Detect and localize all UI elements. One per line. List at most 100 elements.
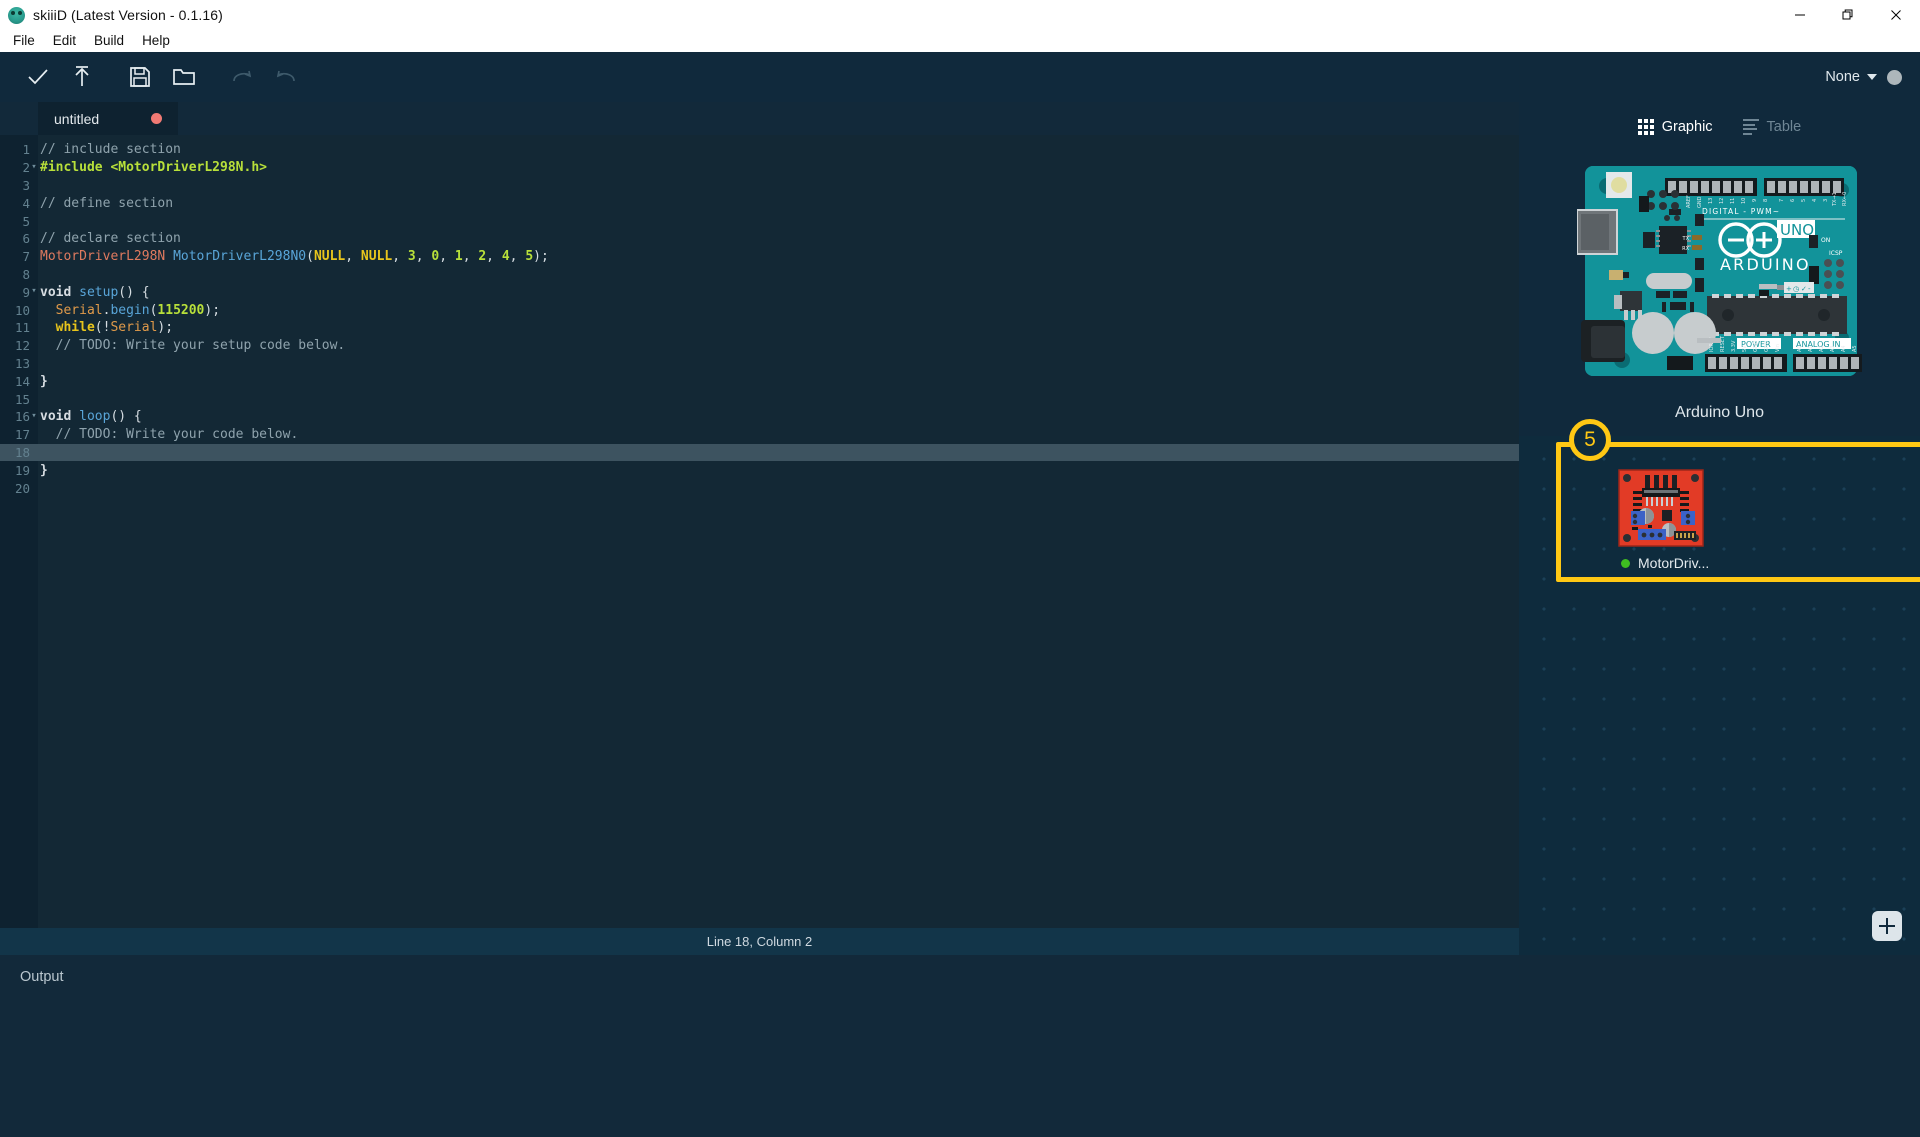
view-tabs: Graphic Table [1519, 102, 1920, 152]
code-text: void loop() { [40, 409, 142, 425]
line-number: 19 [14, 462, 30, 478]
annotation-badge-number: 5 [1584, 428, 1596, 451]
line-number: 8 [22, 266, 30, 282]
verify-button[interactable] [16, 55, 60, 99]
code-line[interactable]: 15 [0, 390, 1519, 408]
line-number: 17 [14, 427, 30, 443]
svg-text:A3: A3 [1830, 345, 1836, 352]
code-line[interactable]: 3 [0, 177, 1519, 195]
code-editor[interactable]: 1// include section 2 ▾ #include <MotorDriv… [0, 135, 1519, 928]
tab-graphic[interactable]: Graphic [1637, 119, 1713, 135]
svg-text:3: 3 [1823, 199, 1829, 202]
menu-item-file[interactable]: File [4, 31, 44, 51]
code-line[interactable]: 14} [0, 372, 1519, 390]
code-line[interactable]: 4 // define section [0, 194, 1519, 212]
fold-toggle-icon[interactable]: ▾ [30, 159, 38, 177]
code-line[interactable]: 13 [0, 355, 1519, 373]
editor-status-bar: Line 18, Column 2 [0, 928, 1519, 955]
menu-item-help[interactable]: Help [133, 31, 179, 51]
code-line[interactable]: 5 [0, 212, 1519, 230]
code-line[interactable]: 10 Serial.begin(115200); [0, 301, 1519, 319]
board-select-dropdown[interactable]: None [1825, 69, 1877, 85]
code-line[interactable]: 16 ▾ void loop() { [0, 408, 1519, 426]
fold-toggle-icon[interactable]: ▾ [30, 283, 38, 301]
arduino-uno-board-image: AREF GND 13 12 11 10 9 8 7 6 5 4 3 TX→1 … [1577, 166, 1862, 376]
line-number: 9 [22, 284, 30, 300]
title-bar: skiiiD (Latest Version - 0.1.16) [0, 0, 1920, 30]
svg-text:ARDUINO: ARDUINO [1720, 255, 1811, 274]
maximize-icon[interactable] [1824, 0, 1872, 30]
save-button[interactable] [118, 55, 162, 99]
code-line[interactable]: 11 while(!Serial); [0, 319, 1519, 337]
svg-text:5: 5 [1801, 199, 1807, 202]
fold-toggle-icon[interactable]: ▾ [30, 408, 38, 426]
editor-tab-untitled[interactable]: untitled [38, 102, 178, 135]
upload-button[interactable] [60, 55, 104, 99]
component-label-row: MotorDriv... [1621, 555, 1714, 571]
toolbar: None [0, 52, 1920, 102]
code-line[interactable]: 17 // TODO: Write your code below. [0, 426, 1519, 444]
menu-item-edit[interactable]: Edit [44, 31, 85, 51]
svg-text:5V: 5V [1742, 345, 1748, 352]
minimize-icon[interactable] [1776, 0, 1824, 30]
svg-text:ICSP: ICSP [1829, 250, 1843, 257]
editor-tabstrip: untitled [0, 102, 1519, 135]
line-number: 13 [14, 355, 30, 371]
tab-graphic-label: Graphic [1661, 119, 1713, 135]
add-component-button[interactable] [1872, 911, 1902, 941]
tab-table[interactable]: Table [1742, 119, 1802, 135]
code-text: } [40, 462, 48, 478]
line-number: 7 [22, 249, 30, 265]
code-text: Serial.begin(115200); [55, 302, 221, 318]
annotation-badge-5: 5 [1569, 419, 1611, 461]
code-line[interactable]: 6 // declare section [0, 230, 1519, 248]
svg-text:+: + [1786, 285, 1792, 293]
code-line[interactable]: 20 [0, 479, 1519, 497]
menu-item-build[interactable]: Build [85, 31, 133, 51]
svg-text:A4: A4 [1841, 345, 1847, 352]
close-icon[interactable] [1872, 0, 1920, 30]
board-select-value: None [1825, 69, 1860, 85]
toolbar-right-group: None [1825, 52, 1902, 102]
code-line[interactable]: 12 // TODO: Write your setup code below. [0, 337, 1519, 355]
code-text: // define section [40, 195, 174, 211]
svg-text:DIGITAL - PWM~: DIGITAL - PWM~ [1702, 207, 1780, 216]
component-canvas[interactable]: 5 MotorDriv... [1519, 419, 1920, 955]
svg-text:12: 12 [1719, 198, 1725, 204]
window-controls [1776, 0, 1920, 30]
svg-text:A2: A2 [1819, 345, 1825, 352]
code-line[interactable]: 7 MotorDriverL298N MotorDriverL298N0(NULL… [0, 248, 1519, 266]
unsaved-changes-icon[interactable] [151, 113, 162, 124]
connection-status-indicator [1887, 69, 1902, 85]
code-text: } [40, 373, 48, 389]
svg-text:ON: ON [1821, 237, 1830, 244]
svg-text:TX: TX [1682, 236, 1690, 242]
svg-text:10: 10 [1741, 198, 1747, 204]
line-number: 5 [22, 213, 30, 229]
tab-table-label: Table [1766, 119, 1802, 135]
skiiid-logo-icon [8, 6, 25, 24]
redo-button[interactable] [220, 55, 264, 99]
code-line[interactable]: 19} [0, 461, 1519, 479]
code-text: while(!Serial); [55, 320, 174, 336]
component-highlight-box: 5 MotorDriv... [1556, 419, 1920, 582]
code-line[interactable]: 9 ▾ void setup() { [0, 283, 1519, 301]
line-number: 11 [14, 320, 30, 336]
line-number: 14 [14, 373, 30, 389]
line-number: 4 [22, 195, 30, 211]
line-number: 15 [14, 391, 30, 407]
output-title: Output [20, 969, 64, 985]
code-line[interactable]: 8 [0, 266, 1519, 284]
svg-text:11: 11 [1730, 198, 1736, 204]
component-card-motordriver[interactable]: MotorDriv... [1618, 469, 1714, 571]
code-line[interactable]: 2 ▾ #include <MotorDriverL298N.h> [0, 159, 1519, 177]
code-line[interactable]: 1 // include section [0, 141, 1519, 159]
open-button[interactable] [162, 55, 206, 99]
undo-button[interactable] [264, 55, 308, 99]
svg-text:8: 8 [1763, 199, 1769, 202]
code-line[interactable]: 18 [0, 443, 1519, 462]
code-text: MotorDriverL298N MotorDriverL298N0(NULL,… [40, 249, 549, 265]
code-text: #include <MotorDriverL298N.h> [40, 160, 267, 176]
output-panel: Output [0, 955, 1920, 1137]
code-lines-container: 1// include section 2 ▾ #include <MotorDriv… [0, 141, 1519, 497]
